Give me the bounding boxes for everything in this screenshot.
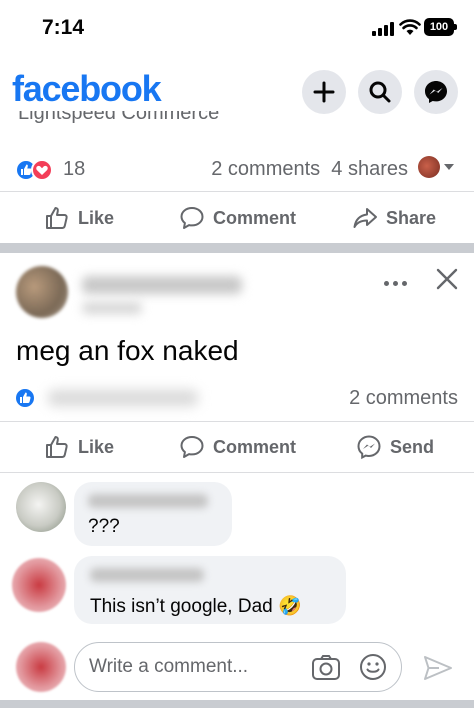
reaction-icons (15, 159, 59, 181)
comment-text: This isn’t google, Dad 🤣 (90, 596, 302, 617)
chevron-down-icon[interactable] (444, 164, 454, 170)
comment-input[interactable] (89, 653, 289, 681)
my-avatar (16, 642, 66, 692)
send-arrow-icon[interactable] (422, 654, 454, 682)
post-actions: Like Comment Send (0, 422, 474, 472)
signal-icon (372, 22, 396, 36)
comment-button[interactable]: Comment (179, 422, 296, 472)
thumbs-up-icon (46, 207, 68, 229)
comment-text: ??? (88, 516, 120, 537)
search-button[interactable] (358, 70, 402, 114)
commenter-avatar[interactable] (16, 482, 66, 532)
comment-icon (180, 207, 204, 229)
status-time: 7:14 (42, 16, 85, 39)
bottom-separator (0, 700, 474, 708)
create-button[interactable] (302, 70, 346, 114)
messenger-button[interactable] (414, 70, 458, 114)
commenter-avatar[interactable] (12, 558, 66, 612)
post-meta-redacted (82, 302, 142, 314)
commenter-name-redacted[interactable] (90, 568, 204, 582)
facebook-logo[interactable]: facebook (12, 68, 162, 110)
like-button[interactable]: Like (44, 422, 114, 472)
messenger-outline-icon (357, 435, 381, 460)
like-label: Like (78, 207, 115, 228)
comment-label: Comment (213, 207, 297, 228)
author-name-redacted[interactable] (82, 276, 242, 294)
comments-shares-count[interactable]: 2 comments 4 shares (211, 158, 408, 181)
send-label: Send (390, 436, 435, 457)
camera-icon[interactable] (311, 654, 341, 682)
thumbs-up-icon (46, 436, 68, 458)
previous-post-cut-text: Lightspeed Commerce (18, 111, 220, 124)
send-button[interactable]: Send (356, 422, 434, 472)
comment-button[interactable]: Comment (179, 193, 296, 243)
like-reaction-icon[interactable] (14, 387, 36, 409)
more-options-button[interactable] (378, 268, 412, 298)
divider (0, 472, 474, 473)
comment-composer (74, 642, 402, 692)
reaction-count[interactable]: 18 (63, 158, 85, 181)
author-avatar[interactable] (16, 266, 68, 318)
commenter-name-redacted[interactable] (88, 494, 208, 508)
close-icon[interactable] (432, 264, 462, 294)
like-label: Like (78, 436, 115, 457)
share-button[interactable]: Share (352, 193, 436, 243)
plus-icon (313, 81, 335, 103)
comment-icon (180, 436, 204, 458)
share-label: Share (386, 207, 437, 228)
wifi-icon (399, 19, 421, 35)
share-as-avatar[interactable] (418, 156, 440, 178)
post-separator (0, 243, 474, 253)
comment-label: Comment (213, 436, 297, 457)
previous-post-reactions[interactable]: 18 2 comments 4 shares (0, 148, 474, 192)
love-reaction-icon (31, 159, 53, 181)
search-icon (369, 81, 391, 103)
status-bar: 7:14 100 (0, 0, 474, 58)
like-button[interactable]: Like (44, 193, 114, 243)
battery-icon: 100 (424, 18, 457, 36)
post-stats: 2 comments (0, 380, 474, 422)
post-text: meg an fox naked (16, 335, 239, 366)
share-icon (353, 208, 377, 228)
likers-redacted[interactable] (48, 390, 198, 406)
previous-post-actions: Like Comment Share (0, 193, 474, 243)
comments-count[interactable]: 2 comments (349, 387, 458, 410)
comment-bubble: This isn’t google, Dad 🤣 (74, 556, 346, 624)
emoji-icon[interactable] (359, 653, 387, 681)
comment-bubble: ??? (74, 482, 232, 546)
messenger-icon (425, 81, 447, 103)
